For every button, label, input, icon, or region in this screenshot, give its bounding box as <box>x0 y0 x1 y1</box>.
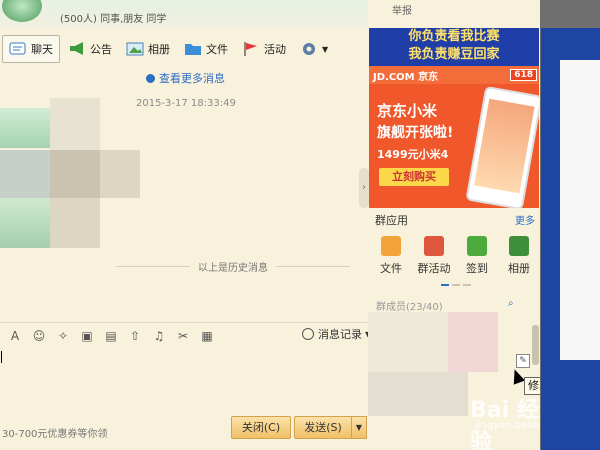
screenshot-icon[interactable]: ✂ <box>174 328 192 344</box>
upload-icon[interactable]: ⇧ <box>126 328 144 344</box>
tab-activity[interactable]: 活动 <box>236 36 292 62</box>
ad-jd-headline: 京东小米 <box>377 102 438 120</box>
blurred-message <box>0 150 50 198</box>
gift-icon[interactable]: ▣ <box>78 328 96 344</box>
tab-chat[interactable]: 聊天 <box>2 35 60 63</box>
blurred-message <box>50 98 100 150</box>
panel-collapse-handle[interactable]: › <box>359 168 369 208</box>
photo-icon <box>126 41 144 57</box>
app-album[interactable]: 相册 <box>497 236 540 276</box>
divider-line <box>276 265 350 267</box>
report-link[interactable]: 举报 <box>392 2 412 17</box>
ad-jd-subheadline: 旗舰开张啦! <box>377 125 454 141</box>
photo-icon <box>509 236 529 256</box>
group-apps-title: 群应用 <box>375 214 408 227</box>
view-more-messages-label: 查看更多消息 <box>159 72 225 85</box>
app-checkin[interactable]: 签到 <box>455 236 499 276</box>
send-options-button[interactable]: ▼ <box>351 416 367 439</box>
blurred-message <box>50 198 100 248</box>
emoji-icon[interactable]: ☺ <box>30 328 48 344</box>
chevron-down-icon: ▼ <box>322 44 329 54</box>
settings-button[interactable]: ▼ <box>294 36 334 62</box>
app-album-label: 相册 <box>508 262 530 275</box>
tab-album[interactable]: 相册 <box>120 36 176 62</box>
jd-logo: JD.COM 京东 <box>373 71 439 83</box>
app-checkin-label: 签到 <box>466 262 488 275</box>
tab-files-label: 文件 <box>206 43 228 56</box>
message-history-button[interactable]: 消息记录 ▼ <box>302 326 371 342</box>
phone-image <box>465 85 539 208</box>
image-icon[interactable]: ▤ <box>102 328 120 344</box>
ad-jd-header: JD.COM 京东 618 <box>369 66 539 84</box>
tab-announcement[interactable]: 公告 <box>62 36 118 62</box>
tab-files[interactable]: 文件 <box>178 36 234 62</box>
close-button[interactable]: 关闭(C) <box>231 416 291 439</box>
clock-icon <box>146 73 155 83</box>
ad-banner-line2: 我负责赚豆回家 <box>408 47 500 62</box>
chat-window: (500人) 同事,朋友 同学 举报 聊天 公告 相册 文件 活动 ▼ 查看更多… <box>0 0 540 450</box>
background-window-pane <box>560 60 600 360</box>
blurred-message <box>50 150 100 198</box>
group-title: (500人) 同事,朋友 同学 <box>60 14 167 25</box>
message-history-label: 消息记录 <box>318 328 362 341</box>
font-icon[interactable]: A <box>6 328 24 344</box>
gear-icon <box>300 41 318 57</box>
view-more-messages-link[interactable]: 查看更多消息 <box>146 70 225 86</box>
tab-announcement-label: 公告 <box>90 43 112 56</box>
flag-icon <box>242 41 260 57</box>
ad-618-badge: 618 <box>510 69 537 81</box>
blurred-member-list <box>368 312 448 372</box>
title-bar <box>0 0 368 30</box>
member-list-scrollbar[interactable] <box>532 325 539 365</box>
pager-dot[interactable] <box>463 284 471 286</box>
tab-album-label: 相册 <box>148 43 170 56</box>
checkin-icon <box>467 236 487 256</box>
watermark-url: jingyan.baidu.com <box>475 420 540 431</box>
edit-card-icon[interactable]: ✎ <box>516 354 530 368</box>
group-members-header: 群成员(23/40) <box>376 302 443 313</box>
divider-line <box>116 265 190 267</box>
tab-chat-label: 聊天 <box>31 43 53 56</box>
message-avatar <box>0 198 50 248</box>
member-search-icon[interactable]: ⌕ <box>508 298 514 309</box>
phone-screen <box>474 98 535 194</box>
blurred-member-list <box>368 372 468 416</box>
history-divider: 以上是历史消息 <box>108 259 358 274</box>
ad-buy-button[interactable]: 立刻购买 <box>379 168 449 186</box>
app-files[interactable]: 文件 <box>369 236 413 276</box>
folder-icon <box>381 236 401 256</box>
ad-banner-line1: 你负责看我比赛 <box>408 29 500 44</box>
message-input[interactable] <box>0 348 368 410</box>
apps-pager[interactable] <box>441 284 474 286</box>
megaphone-icon <box>68 41 86 57</box>
magic-icon[interactable]: ✧ <box>54 328 72 344</box>
app-files-label: 文件 <box>380 262 402 275</box>
blurred-message <box>100 150 140 198</box>
ad-banner-jd[interactable]: JD.COM 京东 618 京东小米 旗舰开张啦! 1499元小米4 立刻购买 <box>369 66 539 208</box>
send-button[interactable]: 发送(S) <box>294 416 352 439</box>
chat-icon <box>9 41 27 57</box>
toolbar: 聊天 公告 相册 文件 活动 ▼ <box>0 32 368 66</box>
group-apps-more-link[interactable]: 更多 <box>515 212 535 227</box>
flag-icon <box>424 236 444 256</box>
pager-dot[interactable] <box>452 284 460 286</box>
blurred-member-list <box>448 312 498 372</box>
history-divider-label: 以上是历史消息 <box>198 262 268 274</box>
folder-icon <box>184 41 202 57</box>
ad-banner-game[interactable]: 你负责看我比赛 我负责赚豆回家 <box>369 28 539 66</box>
tab-activity-label: 活动 <box>264 43 286 56</box>
mouse-pointer <box>508 367 526 385</box>
history-icon <box>302 328 314 340</box>
message-avatar <box>0 108 50 148</box>
app-group-activity[interactable]: 群活动 <box>412 236 456 276</box>
app-group-activity-label: 群活动 <box>417 262 451 275</box>
music-icon[interactable]: ♫ <box>150 328 168 344</box>
message-timestamp: 2015-3-17 18:33:49 <box>136 98 236 109</box>
more-tools-icon[interactable]: ▦ <box>198 328 216 344</box>
ad-jd-price: 1499元小米4 <box>377 148 449 161</box>
pager-dot[interactable] <box>441 284 449 286</box>
promo-status-text[interactable]: 30-700元优惠券等你领 <box>2 425 107 440</box>
